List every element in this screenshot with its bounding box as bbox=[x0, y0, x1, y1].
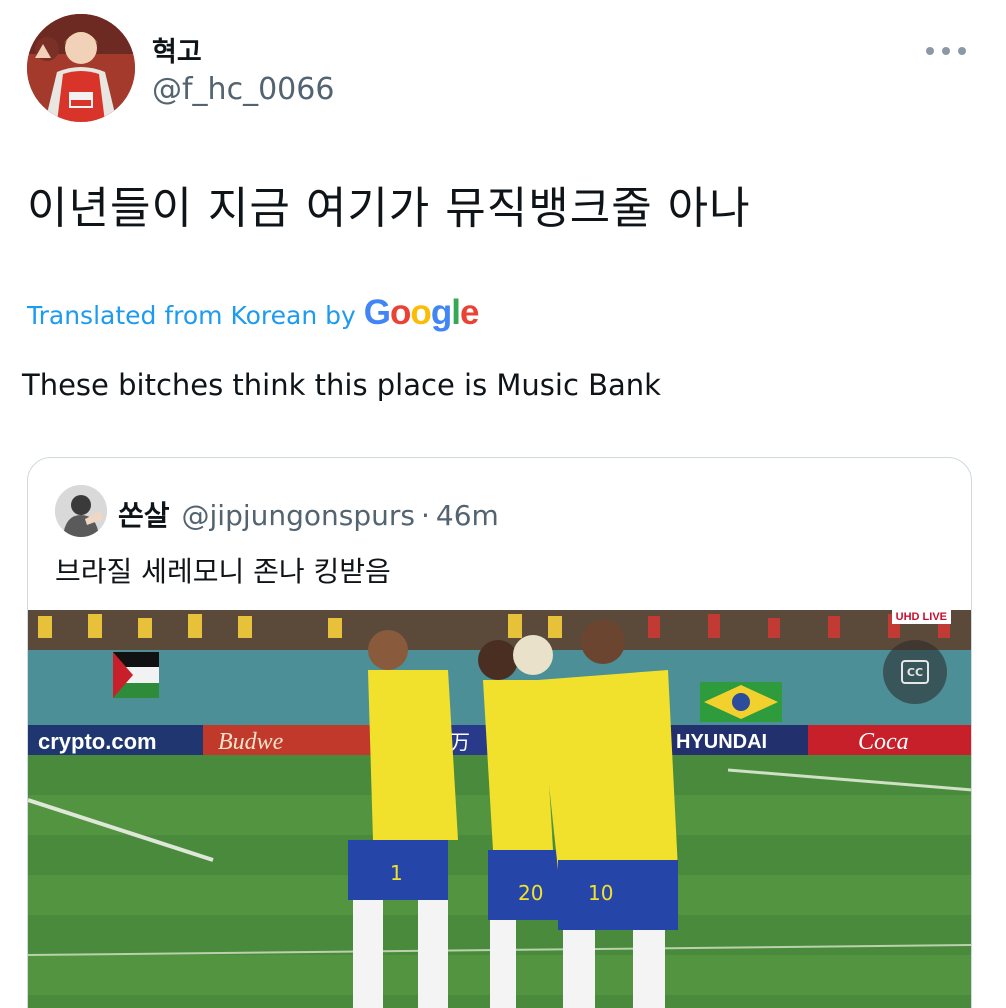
quoted-tweet-text: 브라질 세레모니 존나 킹받음 bbox=[55, 555, 391, 588]
quoted-handle[interactable]: @jipjungonspurs bbox=[182, 499, 415, 532]
captions-button[interactable]: CC bbox=[883, 640, 947, 704]
quoted-timestamp[interactable]: 46m bbox=[436, 499, 499, 532]
quoted-tweet-card[interactable]: 쏜살 @jipjungonspurs · 46m 브라질 세레모니 존나 킹받음 bbox=[27, 457, 972, 1008]
more-options-icon[interactable] bbox=[926, 36, 966, 66]
quoted-avatar-image bbox=[55, 485, 107, 537]
author-avatar[interactable] bbox=[27, 14, 135, 122]
uhd-live-badge: UHD LIVE bbox=[891, 610, 951, 624]
tweet-text: 이년들이 지금 여기가 뮤직뱅크줄 아나 bbox=[27, 183, 751, 234]
captions-icon: CC bbox=[901, 660, 929, 684]
board-crypto: crypto.com bbox=[38, 729, 157, 754]
author-handle[interactable]: @f_hc_0066 bbox=[152, 72, 334, 107]
jersey-number-10: 10 bbox=[588, 881, 613, 905]
jersey-number-1: 1 bbox=[390, 861, 403, 885]
quoted-display-name[interactable]: 쏜살 bbox=[118, 494, 170, 534]
google-logo: Google bbox=[363, 293, 480, 332]
video-frame-image: crypto.com Budwe 万 HYUNDAI Coca 1 20 10 bbox=[28, 610, 971, 1008]
tweet: 혁고 @f_hc_0066 이년들이 지금 여기가 뮤직뱅크줄 아나 Trans… bbox=[0, 0, 1006, 1008]
quoted-video[interactable]: crypto.com Budwe 万 HYUNDAI Coca 1 20 10 … bbox=[28, 610, 971, 1008]
more-dot bbox=[926, 47, 934, 55]
translated-label: Translated from Korean by bbox=[27, 301, 356, 330]
board-chinese: 万 bbox=[450, 730, 470, 754]
quoted-author-avatar[interactable] bbox=[55, 485, 107, 537]
jersey-number-20: 20 bbox=[518, 881, 543, 905]
tweet-translation: These bitches think this place is Music … bbox=[22, 368, 661, 402]
translated-by-link[interactable]: Translated from Korean by Google bbox=[27, 293, 480, 333]
more-dot bbox=[958, 47, 966, 55]
author-display-name[interactable]: 혁고 bbox=[152, 30, 202, 69]
board-budweiser: Budwe bbox=[218, 729, 284, 755]
quoted-tweet-meta: 쏜살 @jipjungonspurs · 46m bbox=[118, 494, 499, 534]
meta-separator: · bbox=[421, 499, 430, 532]
board-hyundai: HYUNDAI bbox=[676, 731, 767, 753]
profile-avatar-image bbox=[27, 14, 135, 122]
more-dot bbox=[942, 47, 950, 55]
board-coke: Coca bbox=[858, 729, 909, 755]
